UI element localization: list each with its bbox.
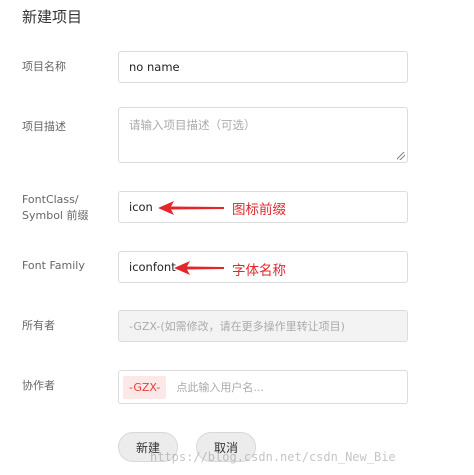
description-placeholder: 请输入项目描述（可选） xyxy=(129,118,256,132)
font-family-value: iconfont xyxy=(129,260,176,274)
resize-handle-icon[interactable] xyxy=(397,152,405,160)
owner-value: -GZX-(如需修改，请在更多操作里转让项目) xyxy=(129,320,345,333)
font-family-annotation: 字体名称 xyxy=(232,263,286,279)
font-family-label: Font Family xyxy=(22,259,85,272)
collaborators-input[interactable]: -GZX- 点此输入用户名... xyxy=(118,370,408,404)
arrow-left-icon xyxy=(174,261,224,275)
prefix-label-line2: Symbol 前缀 xyxy=(22,209,89,222)
prefix-label-line1: FontClass/ xyxy=(22,193,79,206)
collaborators-label: 协作者 xyxy=(22,379,55,392)
description-textarea[interactable]: 请输入项目描述（可选） xyxy=(118,107,408,163)
watermark: https://blog.csdn.net/csdn_New_Bie xyxy=(150,450,396,464)
name-input[interactable]: no name xyxy=(118,51,408,83)
collaborator-tag[interactable]: -GZX- xyxy=(123,375,167,399)
prefix-label: FontClass/ Symbol 前缀 xyxy=(22,192,88,224)
prefix-annotation: 图标前缀 xyxy=(232,202,286,218)
owner-input: -GZX-(如需修改，请在更多操作里转让项目) xyxy=(118,310,408,342)
name-value: no name xyxy=(129,60,180,74)
description-label: 项目描述 xyxy=(22,120,66,133)
prefix-value: icon xyxy=(129,200,153,214)
arrow-left-icon xyxy=(158,201,224,215)
name-label: 项目名称 xyxy=(22,60,66,73)
collaborators-placeholder: 点此输入用户名... xyxy=(176,381,264,394)
page-title: 新建项目 xyxy=(22,8,83,26)
owner-label: 所有者 xyxy=(22,319,55,332)
